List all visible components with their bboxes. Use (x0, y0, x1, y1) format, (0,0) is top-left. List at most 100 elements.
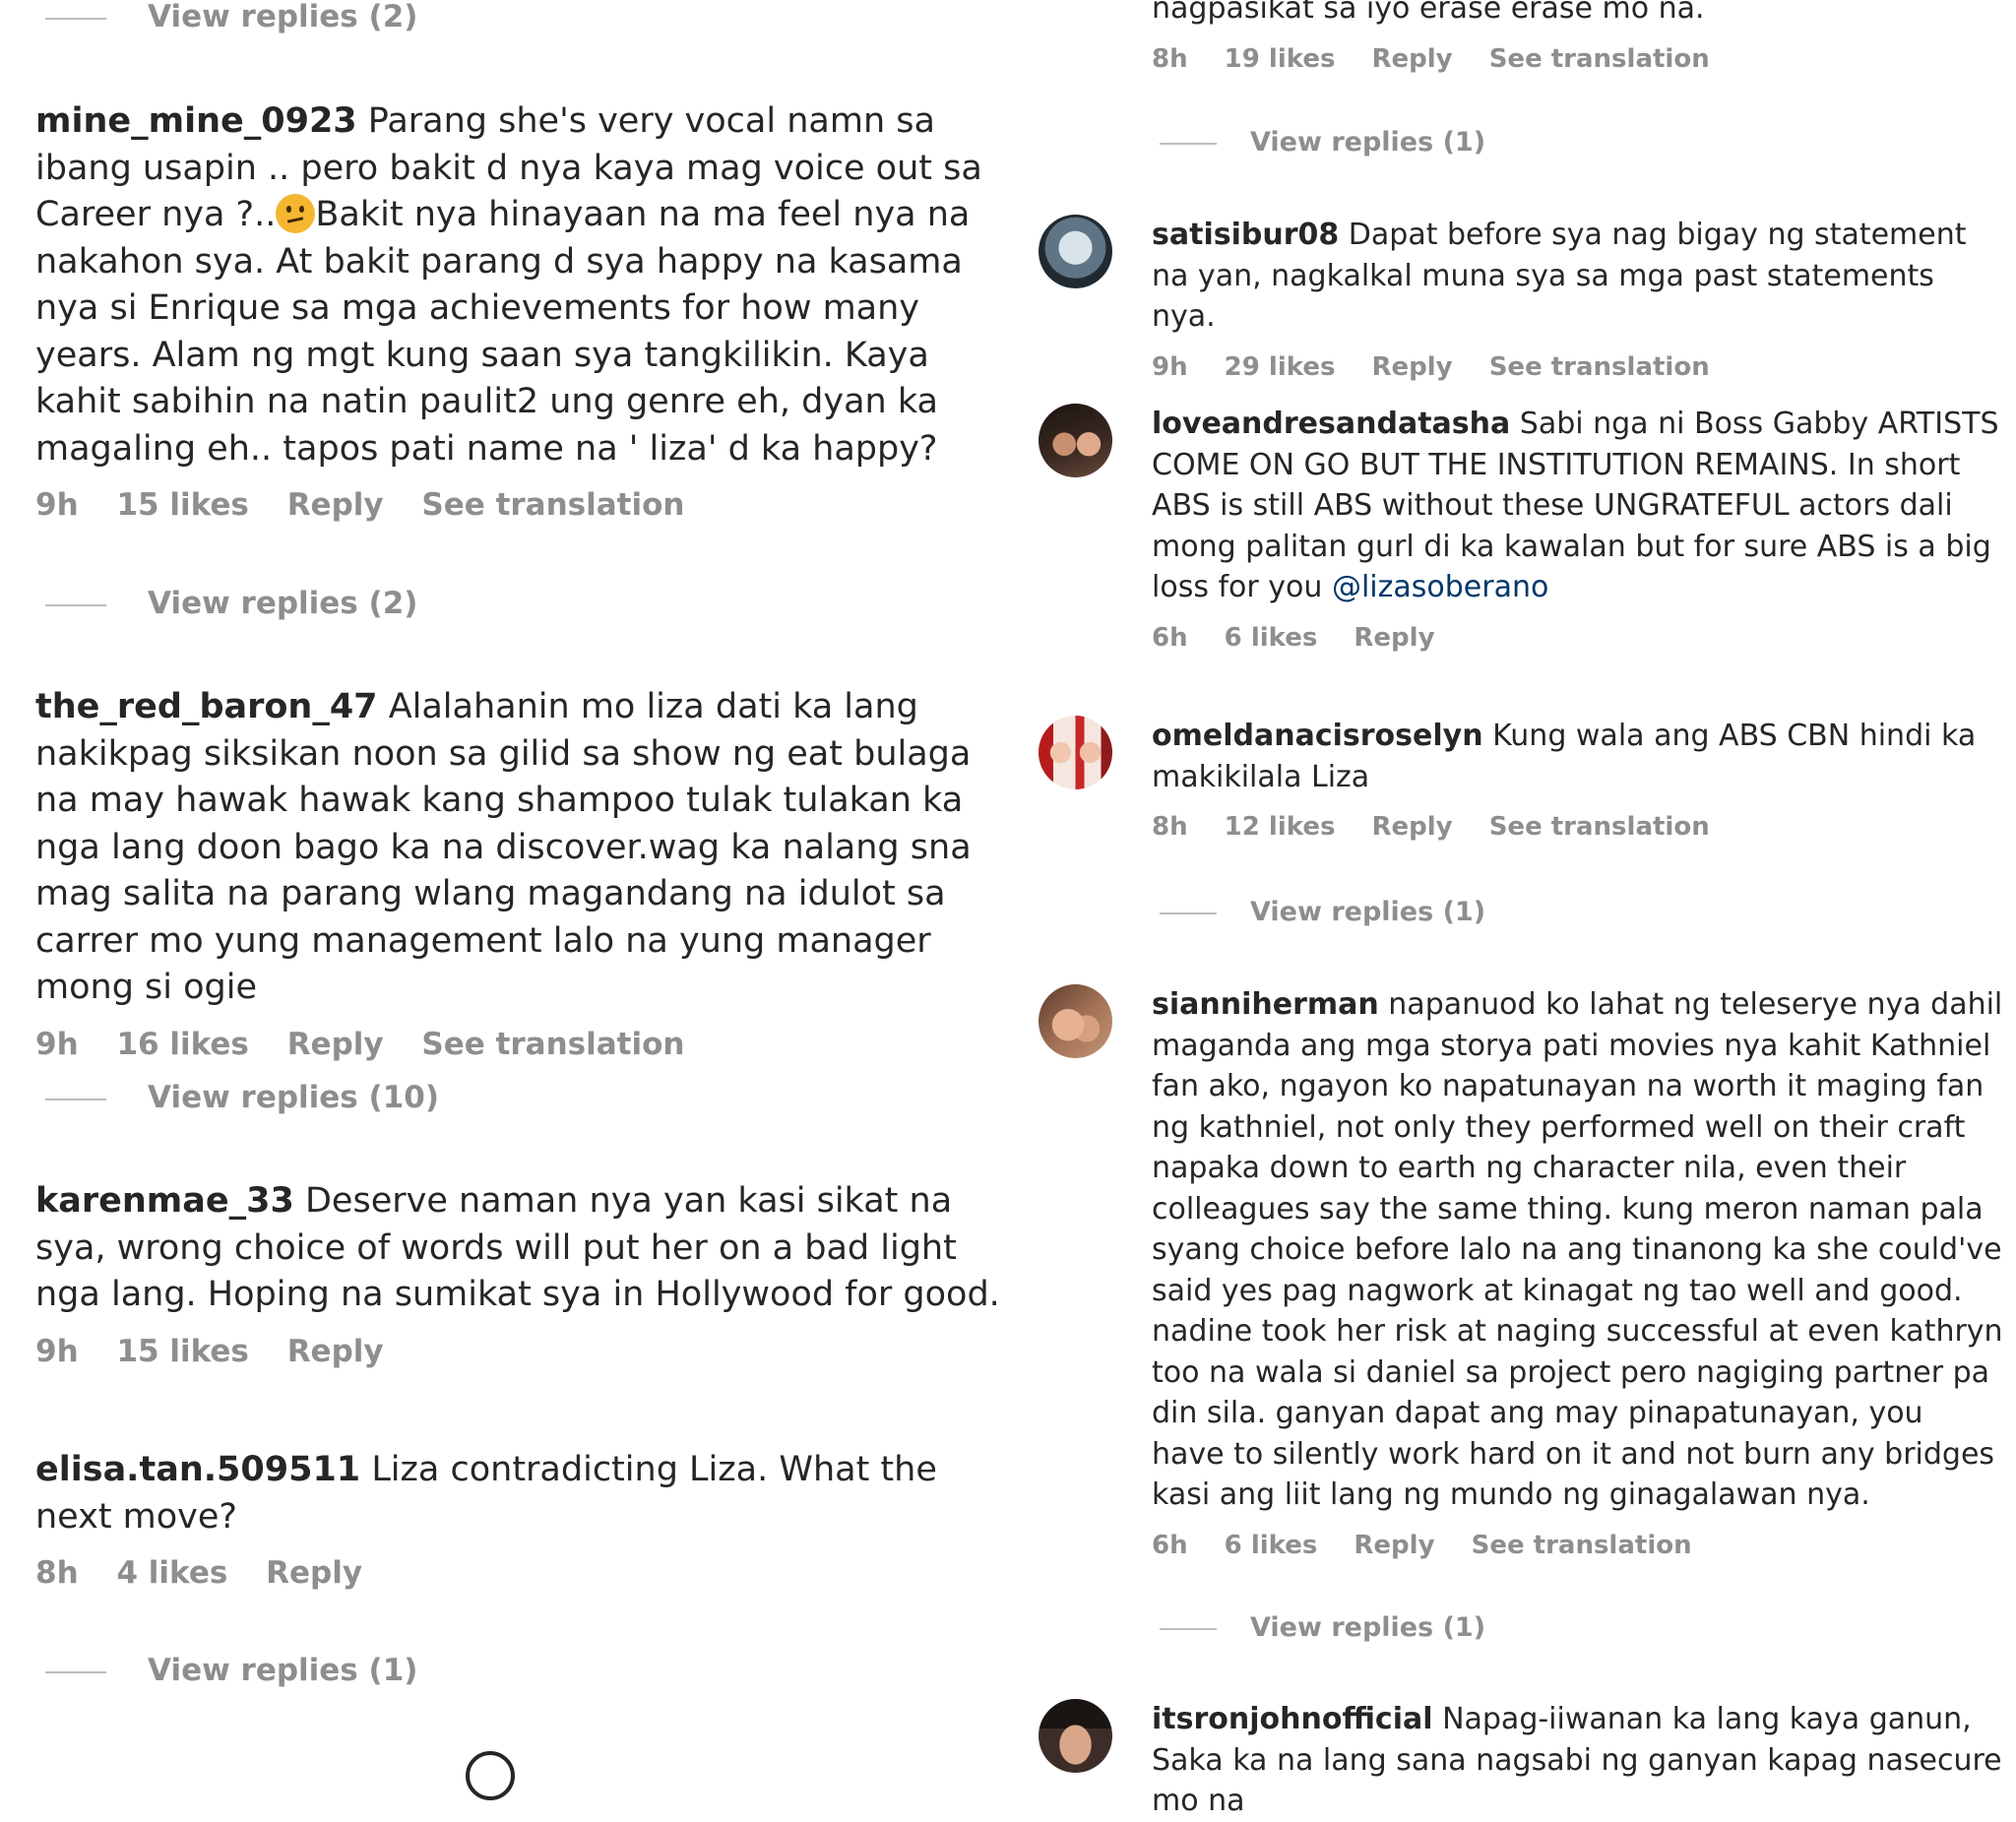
see-translation-button[interactable]: See translation (1489, 812, 1710, 842)
reply-divider (45, 1670, 106, 1673)
comment-likes[interactable]: 12 likes (1225, 812, 1336, 842)
comment-text: napanuod ko lahat ng teleserye nya dahil… (1152, 987, 2003, 1512)
see-translation-button[interactable]: See translation (1472, 1531, 1692, 1560)
see-translation-button[interactable]: See translation (1489, 44, 1710, 74)
comment-time: 9h (35, 487, 79, 523)
view-replies-link[interactable]: View replies (1) (45, 1648, 417, 1695)
comment-likes[interactable]: 15 likes (116, 1334, 248, 1369)
reply-button[interactable]: Reply (266, 1555, 362, 1591)
comment-text: Alalahanin mo liza dati ka lang nakikpag… (35, 687, 972, 1007)
avatar[interactable] (1039, 984, 1112, 1058)
comment-elisa-tan-509511: elisa.tan.509511 Liza contradicting Liza… (35, 1447, 1020, 1598)
comment-time: 9h (35, 1333, 79, 1369)
comment-likes[interactable]: 19 likes (1225, 44, 1336, 74)
comment-partial-top: nagpasikat sa iyo erase erase mo na. 8h … (1039, 0, 2008, 80)
comment-meta: 8h 19 likes Reply See translation (1152, 39, 2008, 81)
reply-button[interactable]: Reply (287, 487, 384, 523)
comment-body: omeldanacisroselyn Kung wala ang ABS CBN… (1152, 716, 2003, 797)
comment-meta: 9h 16 likes Reply See translation (35, 1022, 1020, 1069)
reply-button[interactable]: Reply (1372, 352, 1453, 382)
reply-divider (45, 1098, 106, 1100)
view-replies-link[interactable]: View replies (1) (1160, 122, 1485, 163)
view-replies-label: View replies (2) (148, 586, 418, 621)
comment-time: 9h (1152, 351, 1188, 382)
comment-time: 6h (1152, 622, 1188, 653)
reply-button[interactable]: Reply (287, 1027, 384, 1062)
see-translation-button[interactable]: See translation (421, 487, 684, 523)
comment-time: 8h (1152, 812, 1188, 842)
comment-username[interactable]: loveandresandatasha (1152, 407, 1510, 441)
comment-likes[interactable]: 6 likes (1225, 623, 1318, 653)
comment-likes[interactable]: 6 likes (1225, 1531, 1318, 1560)
reply-divider (1160, 911, 1217, 914)
comment-meta: 6h 6 likes Reply See translation (1152, 1526, 2008, 1567)
comment-the-red-baron-47: the_red_baron_47 Alalahanin mo liza dati… (35, 684, 1020, 1068)
view-replies-label: View replies (1) (1250, 897, 1486, 927)
view-replies-label: View replies (10) (148, 1080, 440, 1115)
view-replies-link[interactable]: View replies (2) (45, 0, 417, 41)
comment-meta: 8h 12 likes Reply See translation (1152, 807, 2008, 848)
reply-button[interactable]: Reply (1354, 1531, 1434, 1560)
comment-body: mine_mine_0923 Parang she's very vocal n… (35, 98, 1010, 472)
comment-karenmae-33: karenmae_33 Deserve naman nya yan kasi s… (35, 1178, 1020, 1375)
comment-body: itsronjohnofficial Napag-iiwanan ka lang… (1152, 1699, 2003, 1822)
reply-divider (1160, 142, 1217, 145)
comment-username[interactable]: elisa.tan.509511 (35, 1450, 360, 1489)
load-more-icon[interactable] (466, 1751, 515, 1800)
confused-face-emoji-icon (276, 194, 316, 233)
reply-divider (45, 17, 106, 20)
view-replies-link[interactable]: View replies (2) (45, 581, 417, 628)
view-replies-link[interactable]: View replies (10) (45, 1075, 439, 1122)
reply-divider (1160, 1627, 1217, 1630)
comment-username[interactable]: karenmae_33 (35, 1181, 294, 1221)
comment-likes[interactable]: 29 likes (1225, 352, 1336, 382)
avatar[interactable] (1039, 1699, 1112, 1773)
user-mention-link[interactable]: @lizasoberano (1332, 570, 1548, 604)
comment-body: karenmae_33 Deserve naman nya yan kasi s… (35, 1178, 1010, 1319)
comment-meta: 9h 15 likes Reply See translation (35, 482, 1020, 530)
comment-meta: 9h 29 likes Reply See translation (1152, 347, 2008, 389)
view-replies-label: View replies (1) (1250, 1612, 1486, 1643)
comment-body: elisa.tan.509511 Liza contradicting Liza… (35, 1447, 1010, 1540)
view-replies-label: View replies (1) (148, 1653, 418, 1688)
avatar[interactable] (1039, 716, 1112, 789)
comment-mine-mine-0923: mine_mine_0923 Parang she's very vocal n… (35, 98, 1020, 530)
comment-time: 6h (1152, 1530, 1188, 1560)
avatar[interactable] (1039, 404, 1112, 477)
comment-loveandresandatasha: loveandresandatasha Sabi nga ni Boss Gab… (1039, 404, 2008, 659)
comment-time: 9h (35, 1026, 79, 1062)
comment-itsronjohnofficial: itsronjohnofficial Napag-iiwanan ka lang… (1039, 1699, 2008, 1822)
reply-button[interactable]: Reply (287, 1334, 384, 1369)
comment-satisibur08: satisibur08 Dapat before sya nag bigay n… (1039, 215, 2008, 388)
reply-button[interactable]: Reply (1372, 812, 1453, 842)
comment-username[interactable]: sianniherman (1152, 987, 1379, 1022)
comment-text-continued: Bakit nya hinayaan na ma feel nya na nak… (35, 195, 971, 469)
comment-text: nagpasikat sa iyo erase erase mo na. (1152, 0, 1705, 26)
comment-username[interactable]: itsronjohnofficial (1152, 1702, 1433, 1736)
reply-divider (45, 603, 106, 606)
reply-button[interactable]: Reply (1354, 623, 1434, 653)
see-translation-button[interactable]: See translation (421, 1027, 684, 1062)
comment-username[interactable]: satisibur08 (1152, 218, 1339, 252)
comment-meta: 9h 15 likes Reply (35, 1329, 1020, 1376)
comment-body: the_red_baron_47 Alalahanin mo liza dati… (35, 684, 1010, 1012)
comment-username[interactable]: the_red_baron_47 (35, 687, 378, 726)
comment-username[interactable]: omeldanacisroselyn (1152, 719, 1483, 753)
comment-body: satisibur08 Dapat before sya nag bigay n… (1152, 215, 2003, 338)
comment-likes[interactable]: 4 likes (116, 1555, 227, 1591)
comment-body: loveandresandatasha Sabi nga ni Boss Gab… (1152, 404, 2003, 608)
comment-sianniherman: sianniherman napanuod ko lahat ng telese… (1039, 984, 2008, 1566)
comment-likes[interactable]: 15 likes (116, 487, 248, 523)
reply-button[interactable]: Reply (1372, 44, 1453, 74)
comment-body: sianniherman napanuod ko lahat ng telese… (1152, 984, 2003, 1516)
comment-likes[interactable]: 16 likes (116, 1027, 248, 1062)
view-replies-link[interactable]: View replies (1) (1160, 1607, 1485, 1649)
view-replies-label: View replies (1) (1250, 127, 1486, 157)
comment-username[interactable]: mine_mine_0923 (35, 101, 357, 141)
avatar[interactable] (1039, 215, 1112, 288)
see-translation-button[interactable]: See translation (1489, 352, 1710, 382)
comment-time: 8h (35, 1555, 79, 1591)
view-replies-link[interactable]: View replies (1) (1160, 892, 1485, 933)
comment-meta: 6h 6 likes Reply (1152, 618, 2008, 660)
comment-meta: 8h 4 likes Reply (35, 1550, 1020, 1598)
